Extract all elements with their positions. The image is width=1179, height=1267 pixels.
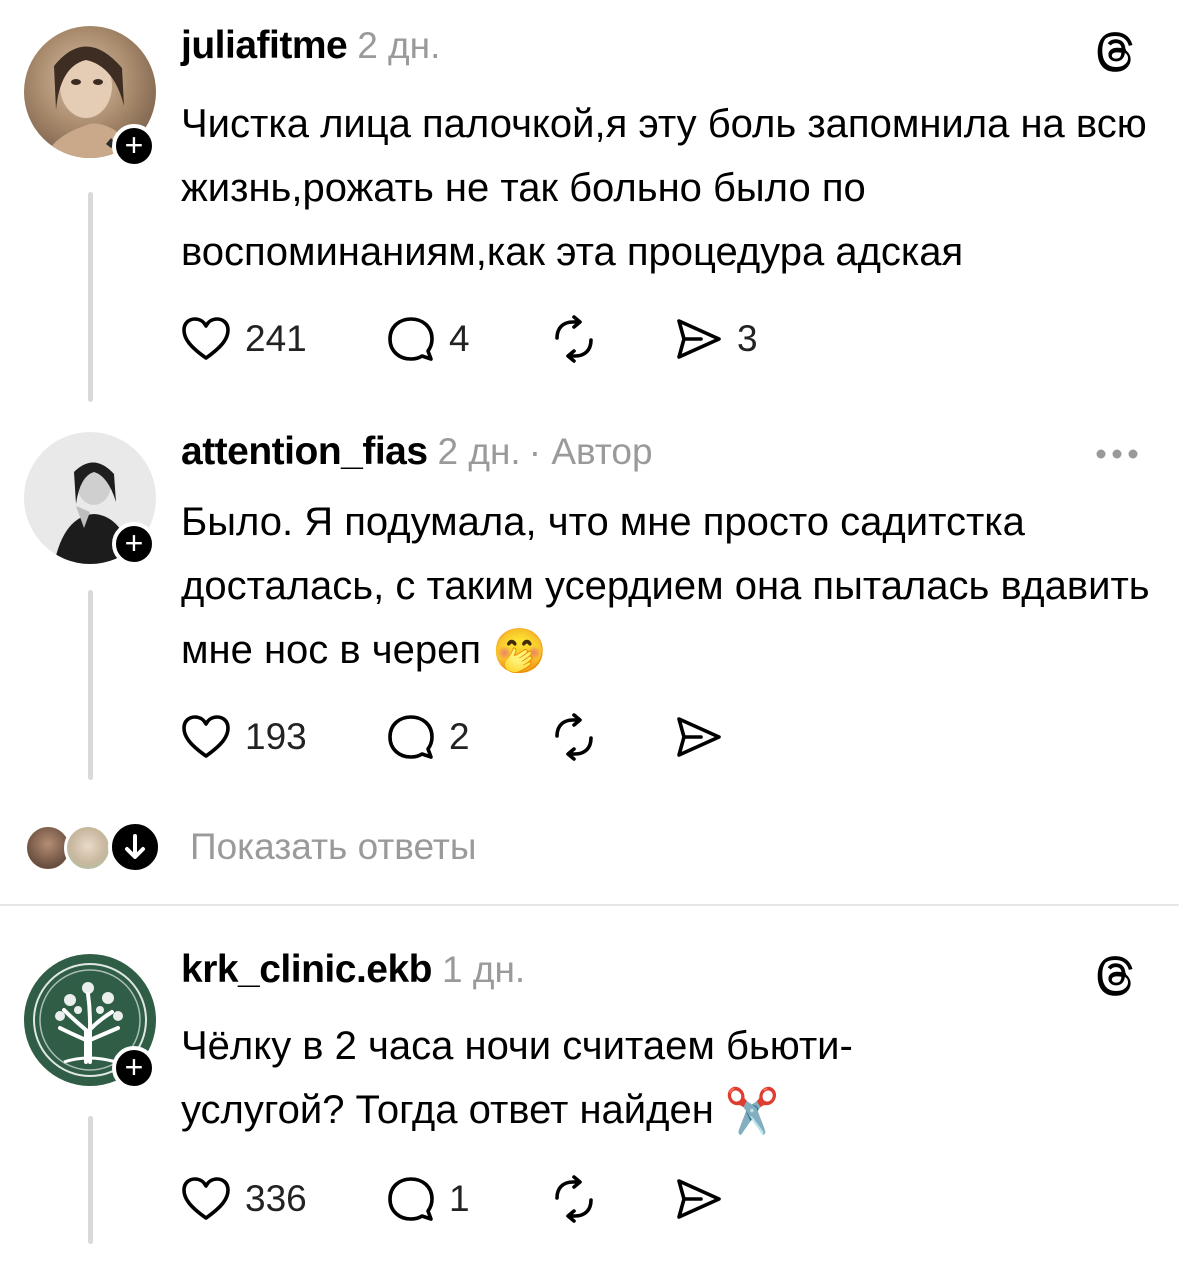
comment-icon <box>388 1177 434 1221</box>
heart-icon <box>182 1177 230 1220</box>
like-button[interactable]: 336 <box>181 1176 387 1222</box>
post-actions: 241 4 3 <box>181 314 758 364</box>
username[interactable]: attention_fias <box>181 430 428 473</box>
comment-icon <box>388 317 434 361</box>
like-button[interactable]: 241 <box>181 316 387 362</box>
like-count: 193 <box>245 716 307 757</box>
emoji-scissors: ✂️ <box>724 1087 780 1137</box>
send-icon <box>677 319 721 359</box>
timestamp: 2 дн. <box>357 25 441 66</box>
send-icon <box>677 1179 721 1219</box>
post-header: juliafitme 2 дн. <box>181 24 440 70</box>
repost-button[interactable] <box>549 712 675 762</box>
send-icon <box>677 717 721 757</box>
like-count: 336 <box>245 1178 307 1219</box>
comment-icon <box>388 715 434 759</box>
repost-icon <box>555 713 593 761</box>
follow-plus-button[interactable]: + <box>112 124 156 168</box>
post-actions: 336 1 <box>181 1174 723 1224</box>
author-tag: · Автор <box>528 431 653 472</box>
arrow-down-icon <box>125 834 145 859</box>
thread-line <box>88 590 93 780</box>
post-text: Чистка лица палочкой,я эту боль запомнил… <box>181 102 1147 274</box>
expand-replies-button[interactable] <box>108 820 162 874</box>
thread-line <box>88 192 93 402</box>
like-count: 241 <box>245 318 307 359</box>
follow-plus-button[interactable]: + <box>112 1046 156 1090</box>
reply-button[interactable]: 4 <box>387 315 549 363</box>
reply-count: 4 <box>449 318 470 359</box>
heart-icon <box>182 317 230 360</box>
repost-icon <box>555 1175 593 1223</box>
thread-line <box>88 1116 93 1244</box>
post-header: attention_fias 2 дн. · Автор <box>181 430 653 476</box>
post-header: krk_clinic.ekb 1 дн. <box>181 948 525 994</box>
share-button[interactable]: 3 <box>675 317 758 361</box>
repost-icon <box>555 315 593 363</box>
show-replies-label[interactable]: Показать ответы <box>190 826 476 868</box>
more-dots-icon[interactable] <box>1095 448 1139 460</box>
heart-icon <box>182 715 230 758</box>
reply-button[interactable]: 1 <box>387 1175 549 1223</box>
reply-avatar-2 <box>64 824 112 872</box>
post-juliafitme: + juliafitme 2 дн. Чистка лица палочкой,я… <box>0 0 1179 410</box>
post-text: Чёлку в 2 часа ночи считаем бьюти-услуго… <box>181 1014 981 1144</box>
post-text-content: Было. Я подумала, что мне просто садитст… <box>181 500 1150 672</box>
like-button[interactable]: 193 <box>181 714 387 760</box>
username[interactable]: krk_clinic.ekb <box>181 948 433 991</box>
timestamp: 2 дн. <box>437 431 521 472</box>
share-count: 3 <box>737 318 758 359</box>
reply-count: 2 <box>449 716 470 757</box>
reply-button[interactable]: 2 <box>387 713 549 761</box>
post-krk-clinic: + krk_clinic.ekb 1 дн. Чёлку в 2 часа ноч… <box>0 920 1179 1267</box>
follow-plus-button[interactable]: + <box>112 522 156 566</box>
share-button[interactable] <box>675 715 723 759</box>
post-text: Было. Я подумала, что мне просто садитст… <box>181 490 1156 684</box>
repost-button[interactable] <box>549 314 675 364</box>
threads-logo-icon <box>1097 956 1133 996</box>
timestamp: 1 дн. <box>442 949 526 990</box>
emoji-hand-over-mouth: 🤭 <box>492 627 547 677</box>
post-attention-fias: + attention_fias 2 дн. · Автор Было. Я под… <box>0 410 1179 820</box>
username[interactable]: juliafitme <box>181 24 348 67</box>
show-replies-row[interactable]: Показать ответы <box>24 818 724 874</box>
share-button[interactable] <box>675 1177 723 1221</box>
divider <box>0 904 1179 906</box>
post-actions: 193 2 <box>181 712 723 762</box>
threads-logo-icon <box>1097 32 1133 72</box>
reply-count: 1 <box>449 1178 470 1219</box>
repost-button[interactable] <box>549 1174 675 1224</box>
